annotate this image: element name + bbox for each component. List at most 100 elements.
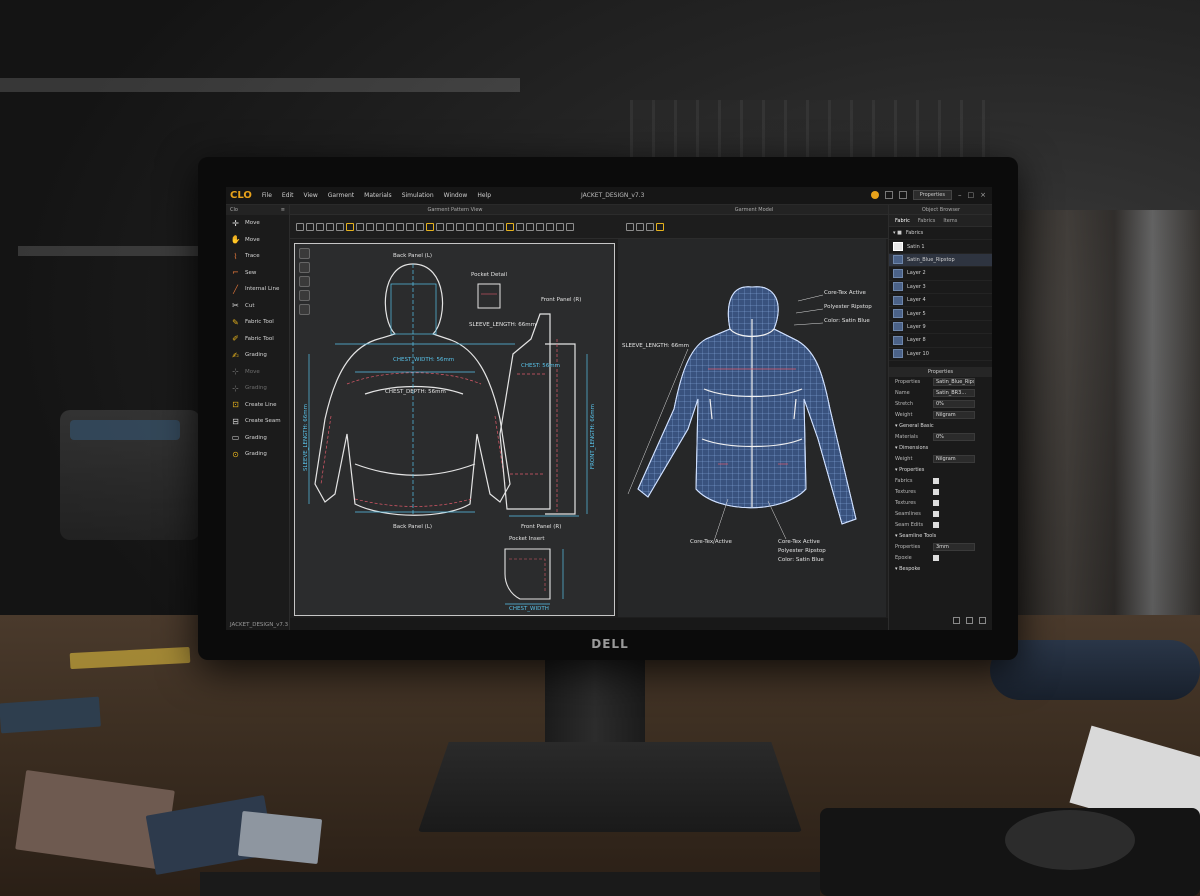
tool-create-seam[interactable]: ⊟ Create Seam [226,413,289,430]
properties-button[interactable]: Properties [912,190,952,200]
measure-icon[interactable] [436,222,444,231]
property-checkbox-row[interactable]: Textures [889,487,992,498]
menu-simulation[interactable]: Simulation [402,192,434,199]
property-checkbox-row[interactable]: Textures [889,498,992,509]
button-icon[interactable] [516,222,524,231]
grid-toggle-icon[interactable] [953,617,960,624]
view-icon[interactable] [566,222,574,231]
menu-view[interactable]: View [304,192,318,199]
simulate-icon[interactable] [626,222,634,231]
fold-icon[interactable] [406,222,414,231]
checkbox[interactable] [933,522,939,529]
property-value[interactable]: Nilgram [933,411,975,420]
tool-grading-3[interactable]: ⊙ Grading [226,446,289,463]
menu-edit[interactable]: Edit [282,192,294,199]
tab-fabric[interactable]: Fabric [895,218,910,224]
grading-tool-icon[interactable] [426,222,434,231]
checkbox[interactable] [933,489,939,496]
close-icon[interactable]: × [980,191,986,199]
curve-icon[interactable] [356,222,364,231]
zipper-icon[interactable] [526,222,534,231]
menu-help[interactable]: Help [477,192,491,199]
menu-materials[interactable]: Materials [364,192,392,199]
checkbox[interactable] [933,478,939,485]
maximize-icon[interactable]: □ [968,191,975,199]
menu-file[interactable]: File [262,192,272,199]
property-value[interactable]: Nilgram [933,455,975,464]
layer-row[interactable]: Layer 9 [889,321,992,335]
lock-icon[interactable] [556,222,564,231]
property-value[interactable]: 0% [933,433,975,442]
fabric-tb-icon[interactable] [506,222,514,231]
panel-menu-icon[interactable]: ≡ [281,207,285,213]
trace-tool-icon[interactable] [346,222,354,231]
offset-icon[interactable] [416,222,424,231]
property-value[interactable]: 3mm [933,543,975,552]
tool-fabric[interactable]: ✎ Fabric Tool [226,314,289,331]
avatar-icon[interactable] [646,222,654,231]
checkbox[interactable] [933,511,939,518]
tab-fabrics[interactable]: Fabrics [918,218,935,224]
property-checkbox-row[interactable]: Seamlines [889,509,992,520]
property-group[interactable]: ▾ Seamline Tools [889,531,992,542]
ellipse-icon[interactable] [326,222,334,231]
property-row[interactable]: Stretch 0% [889,399,992,410]
tree-root-fabrics[interactable]: ▾ ■ Fabrics [889,227,992,241]
fullscreen-icon[interactable] [979,617,986,624]
property-checkbox-row[interactable]: Epoxie [889,553,992,564]
property-row[interactable]: Properties 3mm [889,542,992,553]
property-row[interactable]: Properties Satin_Blue_Ripstop [889,377,992,388]
property-checkbox-row[interactable]: Seam Edits [889,520,992,531]
tool-move-disabled[interactable]: ⊹ Move [226,364,289,381]
property-checkbox-row[interactable]: Fabrics [889,476,992,487]
tool-move[interactable]: ✛ Move [226,215,289,232]
tool-fabric-2[interactable]: ✐ Fabric Tool [226,331,289,348]
layer-row[interactable]: Layer 2 [889,267,992,281]
layer-icon[interactable] [466,222,474,231]
menu-window[interactable]: Window [444,192,468,199]
tool-hand-move[interactable]: ✋ Move [226,232,289,249]
property-value[interactable]: 0% [933,400,975,409]
minimize-icon[interactable]: – [958,191,962,199]
notification-icon[interactable] [870,191,879,199]
menu-garment[interactable]: Garment [328,192,354,199]
edit-point-icon[interactable] [306,222,314,231]
snap-icon[interactable] [546,222,554,231]
tool-internal-line[interactable]: ╱ Internal Line [226,281,289,298]
notch-icon[interactable] [386,222,394,231]
select-icon[interactable] [296,222,304,231]
polygon-icon[interactable] [336,222,344,231]
tool-trace[interactable]: ⌇ Trace [226,248,289,265]
tab-items[interactable]: Items [943,218,957,224]
settings-icon[interactable] [966,617,973,624]
checkbox[interactable] [933,555,939,562]
property-group[interactable]: ▾ General Basic [889,421,992,432]
property-row[interactable]: Weight Nilgram [889,410,992,421]
rectangle-icon[interactable] [316,222,324,231]
property-value[interactable]: Satin_Blue_Ripstop [933,378,975,387]
tool-create-line[interactable]: ⊡ Create Line [226,397,289,414]
model-canvas[interactable]: SLEEVE_LENGTH: 66mm Core-Tex Active Poly… [618,239,886,617]
save-icon[interactable] [898,191,907,199]
layer-row[interactable]: Layer 3 [889,281,992,294]
topstitch-icon[interactable] [536,222,544,231]
dart-icon[interactable] [366,222,374,231]
layout-icon[interactable] [884,191,893,199]
property-row[interactable]: Materials 0% [889,432,992,443]
property-group[interactable]: ▾ Properties [889,465,992,476]
property-row[interactable]: Weight Nilgram [889,454,992,465]
layer-row[interactable]: Layer 10 [889,348,992,361]
tool-sew[interactable]: ⌐ Sew [226,265,289,282]
pattern-canvas[interactable]: Back Panel (L) Pocket Detail Front Panel… [294,243,615,616]
layer-row[interactable]: Satin 1 [889,240,992,254]
align-icon[interactable] [486,222,494,231]
mirror-icon[interactable] [496,222,504,231]
layer-row-selected[interactable]: Satin_Blue_Ripstop [889,253,992,268]
layer-row[interactable]: Layer 4 [889,294,992,308]
tool-grading-2[interactable]: ▭ Grading [226,430,289,447]
layer-row[interactable]: Layer 5 [889,307,992,321]
tool-grading[interactable]: ✍ Grading [226,347,289,364]
property-group[interactable]: ▾ Bespoke [889,564,992,575]
text-icon[interactable] [446,222,454,231]
layer-row[interactable]: Layer 8 [889,334,992,348]
